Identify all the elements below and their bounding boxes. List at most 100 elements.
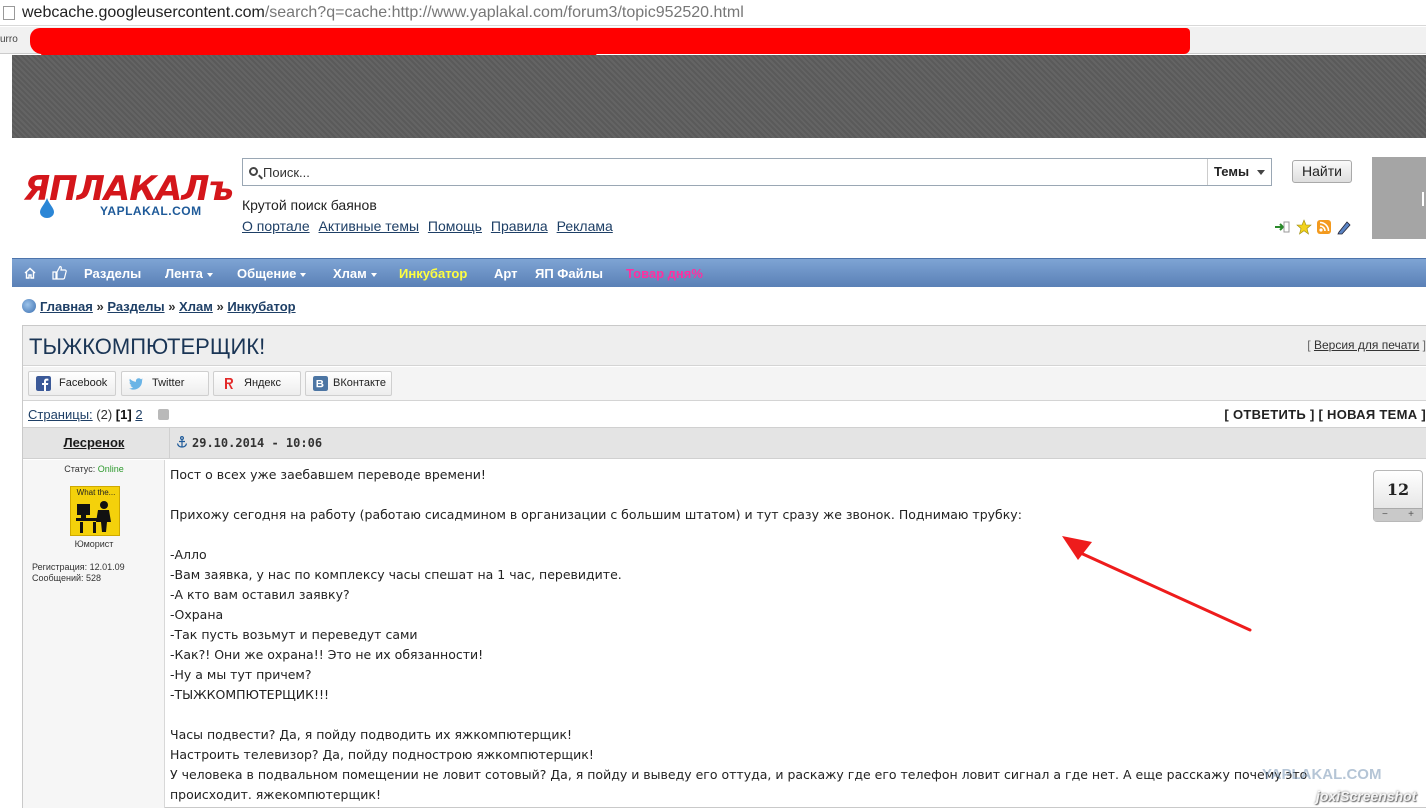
nav-files[interactable]: ЯП Файлы	[535, 266, 603, 281]
topic-header: ТЫЖКОМПЮТЕРЩИК! [ Версия для печати ]	[23, 326, 1426, 366]
search-scope-value: Темы	[1214, 164, 1250, 179]
nav-incubator[interactable]: Инкубатор	[399, 266, 467, 281]
pages-menu-icon[interactable]	[158, 409, 170, 420]
post-line	[170, 705, 1360, 725]
search-box: Темы	[242, 158, 1272, 186]
star-icon[interactable]	[1296, 219, 1312, 235]
nav-label: ЯП Файлы	[535, 266, 603, 281]
nav-label: Арт	[494, 266, 518, 281]
rating-minus-button[interactable]: −	[1382, 509, 1388, 520]
reg-value: 12.01.09	[89, 562, 125, 572]
search-icon	[249, 167, 258, 176]
ad-banner	[12, 55, 1426, 138]
crumb-sections[interactable]: Разделы	[107, 299, 164, 314]
author-name-text: Лесренок	[63, 435, 125, 450]
msgs-value: 528	[86, 573, 102, 583]
rating-value: 12	[1386, 480, 1410, 499]
nav-feed[interactable]: Лента	[165, 266, 213, 281]
status-label: Статус:	[64, 464, 96, 474]
msgs-label: Сообщений:	[32, 573, 84, 583]
drop-icon	[40, 198, 54, 218]
caret-down-icon	[206, 272, 213, 277]
share-facebook-button[interactable]: Facebook	[28, 371, 116, 396]
user-rank: Юморист	[74, 539, 114, 549]
pencil-icon[interactable]	[1336, 219, 1352, 235]
nav-deal[interactable]: Товар дня%	[626, 266, 703, 281]
reply-button[interactable]: ОТВЕТИТЬ	[1233, 407, 1306, 422]
crumb-home[interactable]: Главная	[40, 299, 93, 314]
page-current: 1	[120, 407, 128, 422]
twitter-icon	[129, 378, 143, 390]
pages-label[interactable]: Страницы:	[28, 407, 93, 422]
search-input[interactable]	[263, 163, 1183, 181]
post-line: -Ну а мы тут причем?	[170, 667, 312, 682]
thumbs-up-icon[interactable]	[52, 265, 67, 280]
link-about[interactable]: О портале	[242, 218, 310, 234]
status-value: Online	[97, 464, 124, 474]
nav-label: Общение	[237, 266, 297, 281]
nav-label: Лента	[165, 266, 203, 281]
annotation-arrow	[1062, 536, 1252, 632]
search-scope-select[interactable]: Темы	[1207, 159, 1271, 185]
crumb-sep: »	[96, 299, 104, 314]
crumb-junk[interactable]: Хлам	[179, 299, 213, 314]
reg-label: Регистрация:	[32, 562, 88, 572]
post-header: Лесренок 29.10.2014 - 10:06	[23, 427, 1426, 459]
page-link-2[interactable]: 2	[135, 407, 142, 422]
bookmark-fragment: urro	[0, 34, 18, 45]
logo-subtext: YAPLAKAL.COM	[100, 204, 202, 218]
address-bar[interactable]: webcache.googleusercontent.com/search?q=…	[0, 0, 1426, 26]
post-line: Часы подвести? Да, я пойду подводить их …	[170, 727, 573, 742]
yandex-icon	[225, 378, 233, 389]
user-info: Регистрация: 12.01.09 Сообщений: 528	[32, 562, 125, 584]
new-topic-button[interactable]: НОВАЯ ТЕМА	[1327, 407, 1417, 422]
share-bar: Facebook Twitter Яндекс ВКонтакте	[23, 367, 1426, 401]
author-name[interactable]: Лесренок	[23, 428, 165, 458]
nav-art[interactable]: Арт	[494, 266, 518, 281]
crumb-incubator[interactable]: Инкубатор	[227, 299, 295, 314]
main-nav: Разделы Лента Общение Хлам Инкубатор Арт…	[12, 258, 1426, 287]
avatar[interactable]: What the...	[70, 486, 120, 536]
share-label: Twitter	[152, 377, 185, 389]
share-vk-button[interactable]: ВКонтакте	[305, 371, 392, 396]
find-button[interactable]: Найти	[1292, 160, 1352, 183]
share-yandex-button[interactable]: Яндекс	[213, 371, 301, 396]
breadcrumb: Главная » Разделы » Хлам » Инкубатор	[22, 299, 296, 314]
logo-text: ЯПЛАКАЛъ	[24, 169, 234, 209]
caret-down-icon	[300, 272, 307, 277]
post-line: происходит. яжекомпютерщик!	[170, 787, 381, 802]
anchor-icon[interactable]	[176, 436, 188, 448]
link-active-topics[interactable]: Активные темы	[319, 218, 420, 234]
share-label: Яндекс	[244, 377, 281, 389]
link-ads[interactable]: Реклама	[557, 218, 613, 234]
share-twitter-button[interactable]: Twitter	[121, 371, 209, 396]
site-logo[interactable]: ЯПЛАКАЛъ YAPLAKAL.COM	[24, 169, 234, 222]
vk-icon	[313, 376, 328, 391]
post-line	[170, 485, 1360, 505]
globe-icon	[22, 299, 36, 313]
url-path: /search?q=cache:http://www.yaplakal.com/…	[264, 4, 744, 21]
top-links: О портале Активные темы Помощь Правила Р…	[242, 218, 618, 234]
print-version-link[interactable]: Версия для печати	[1314, 338, 1419, 352]
post-line: -Как?! Они же охрана!! Это не их обязанн…	[170, 647, 484, 662]
side-ad	[1372, 157, 1426, 239]
home-icon[interactable]	[24, 267, 36, 279]
link-help[interactable]: Помощь	[428, 218, 482, 234]
tagline: Крутой поиск баянов	[242, 197, 377, 213]
rating-plus-button[interactable]: +	[1408, 509, 1414, 520]
nav-sections[interactable]: Разделы	[84, 266, 141, 281]
link-rules[interactable]: Правила	[491, 218, 548, 234]
topic-actions: [ ОТВЕТИТЬ ] [ НОВАЯ ТЕМА ]	[1224, 407, 1426, 422]
crumb-sep: »	[216, 299, 224, 314]
share-label: Facebook	[59, 377, 108, 389]
post-line: Пост о всех уже заебавшем переводе време…	[170, 467, 486, 482]
login-arrow-icon[interactable]	[1274, 219, 1290, 235]
print-version: [ Версия для печати ]	[1307, 338, 1426, 352]
rating-controls: − +	[1374, 508, 1422, 521]
post-date-text: 29.10.2014 - 10:06	[192, 436, 323, 450]
nav-chat[interactable]: Общение	[237, 266, 307, 281]
crumb-sep: »	[168, 299, 176, 314]
topic-title: ТЫЖКОМПЮТЕРЩИК!	[29, 334, 266, 359]
rss-icon[interactable]	[1316, 219, 1332, 235]
nav-junk[interactable]: Хлам	[333, 266, 377, 281]
